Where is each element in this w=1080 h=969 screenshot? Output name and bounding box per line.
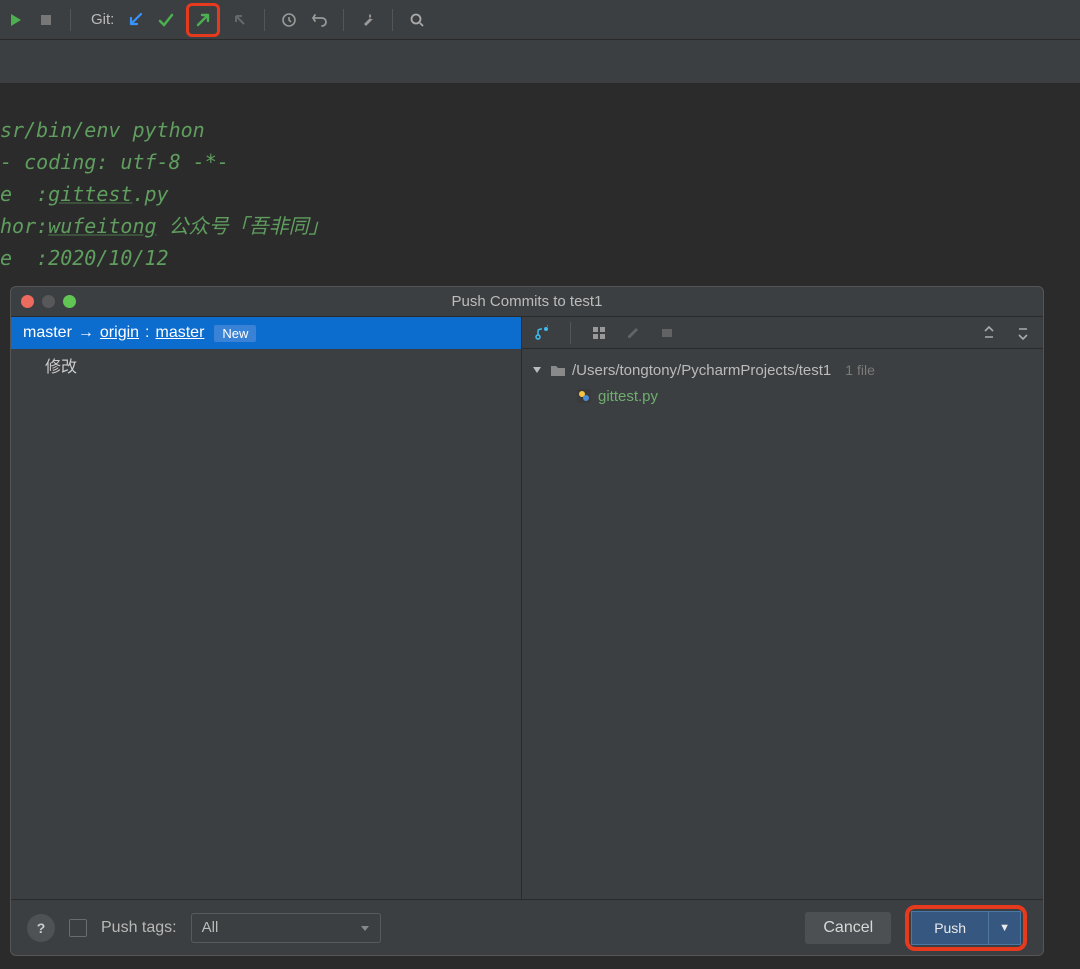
maximize-icon[interactable] bbox=[63, 295, 76, 308]
tree-file-row[interactable]: gittest.py bbox=[532, 383, 1033, 409]
file-name: gittest.py bbox=[598, 388, 658, 405]
local-branch: master bbox=[23, 324, 72, 342]
expand-icon[interactable] bbox=[979, 323, 999, 343]
remote-branch[interactable]: master bbox=[156, 324, 205, 342]
chevron-down-icon[interactable] bbox=[532, 365, 544, 375]
files-toolbar: + bbox=[522, 317, 1043, 349]
python-file-icon bbox=[576, 388, 592, 404]
combo-value: All bbox=[202, 919, 219, 936]
revert-icon[interactable] bbox=[309, 10, 329, 30]
close-icon[interactable] bbox=[21, 295, 34, 308]
git-push-highlight bbox=[186, 3, 220, 37]
code-line: - coding: utf-8 -*- bbox=[0, 150, 229, 174]
push-tags-combo[interactable]: All bbox=[191, 913, 381, 943]
group-icon[interactable] bbox=[589, 323, 609, 343]
dialog-title: Push Commits to test1 bbox=[11, 293, 1043, 310]
dialog-titlebar: Push Commits to test1 bbox=[11, 287, 1043, 317]
branch-mapping-row[interactable]: master → origin : master New bbox=[11, 317, 521, 349]
file-count: 1 file bbox=[845, 362, 875, 378]
git-push-icon[interactable] bbox=[193, 10, 213, 30]
collapse-icon[interactable] bbox=[1013, 323, 1033, 343]
code-line: e :gittest.py bbox=[0, 182, 169, 206]
git-commit-icon[interactable] bbox=[156, 10, 176, 30]
separator bbox=[264, 9, 265, 31]
chevron-down-icon bbox=[360, 923, 370, 933]
arrow-icon: → bbox=[78, 324, 94, 342]
minimize-icon[interactable] bbox=[42, 295, 55, 308]
separator-colon: : bbox=[145, 324, 149, 342]
wrench-icon[interactable] bbox=[358, 10, 378, 30]
svg-text:+: + bbox=[545, 325, 550, 329]
commit-item[interactable]: 修改 bbox=[11, 349, 521, 381]
stop-icon[interactable] bbox=[36, 10, 56, 30]
git-label: Git: bbox=[91, 11, 114, 28]
dialog-footer: ? Push tags: All Cancel Push ▼ bbox=[11, 899, 1043, 955]
files-panel: + bbox=[522, 317, 1043, 899]
git-undo-icon[interactable] bbox=[230, 10, 250, 30]
file-tree: /Users/tongtony/PycharmProjects/test1 1 … bbox=[522, 349, 1043, 417]
separator bbox=[343, 9, 344, 31]
chevron-down-icon[interactable]: ▼ bbox=[989, 922, 1020, 934]
folder-icon bbox=[550, 363, 566, 377]
new-badge: New bbox=[214, 325, 256, 342]
tree-folder-row[interactable]: /Users/tongtony/PycharmProjects/test1 1 … bbox=[532, 357, 1033, 383]
window-controls bbox=[21, 295, 76, 308]
push-tags-checkbox[interactable] bbox=[69, 919, 87, 937]
separator bbox=[70, 9, 71, 31]
branch-icon[interactable]: + bbox=[532, 323, 552, 343]
commits-panel: master → origin : master New 修改 bbox=[11, 317, 522, 899]
git-pull-icon[interactable] bbox=[126, 10, 146, 30]
cancel-button[interactable]: Cancel bbox=[805, 912, 891, 944]
tab-strip bbox=[0, 40, 1080, 84]
code-line: e :2020/10/12 bbox=[0, 246, 169, 270]
push-tags-label: Push tags: bbox=[101, 919, 177, 937]
edit-icon[interactable] bbox=[623, 323, 643, 343]
separator bbox=[392, 9, 393, 31]
code-line: hor:wufeitong 公众号「吾非同」 bbox=[0, 214, 329, 238]
diff-icon[interactable] bbox=[657, 323, 677, 343]
main-toolbar: Git: bbox=[0, 0, 1080, 40]
push-button[interactable]: Push ▼ bbox=[911, 911, 1021, 945]
help-button[interactable]: ? bbox=[27, 914, 55, 942]
history-icon[interactable] bbox=[279, 10, 299, 30]
remote-name[interactable]: origin bbox=[100, 324, 139, 342]
code-line: sr/bin/env python bbox=[0, 118, 205, 142]
run-icon[interactable] bbox=[6, 10, 26, 30]
push-dialog: Push Commits to test1 master → origin : … bbox=[10, 286, 1044, 956]
push-button-highlight: Push ▼ bbox=[905, 905, 1027, 951]
folder-path: /Users/tongtony/PycharmProjects/test1 bbox=[572, 362, 831, 379]
separator bbox=[570, 322, 571, 344]
search-icon[interactable] bbox=[407, 10, 427, 30]
